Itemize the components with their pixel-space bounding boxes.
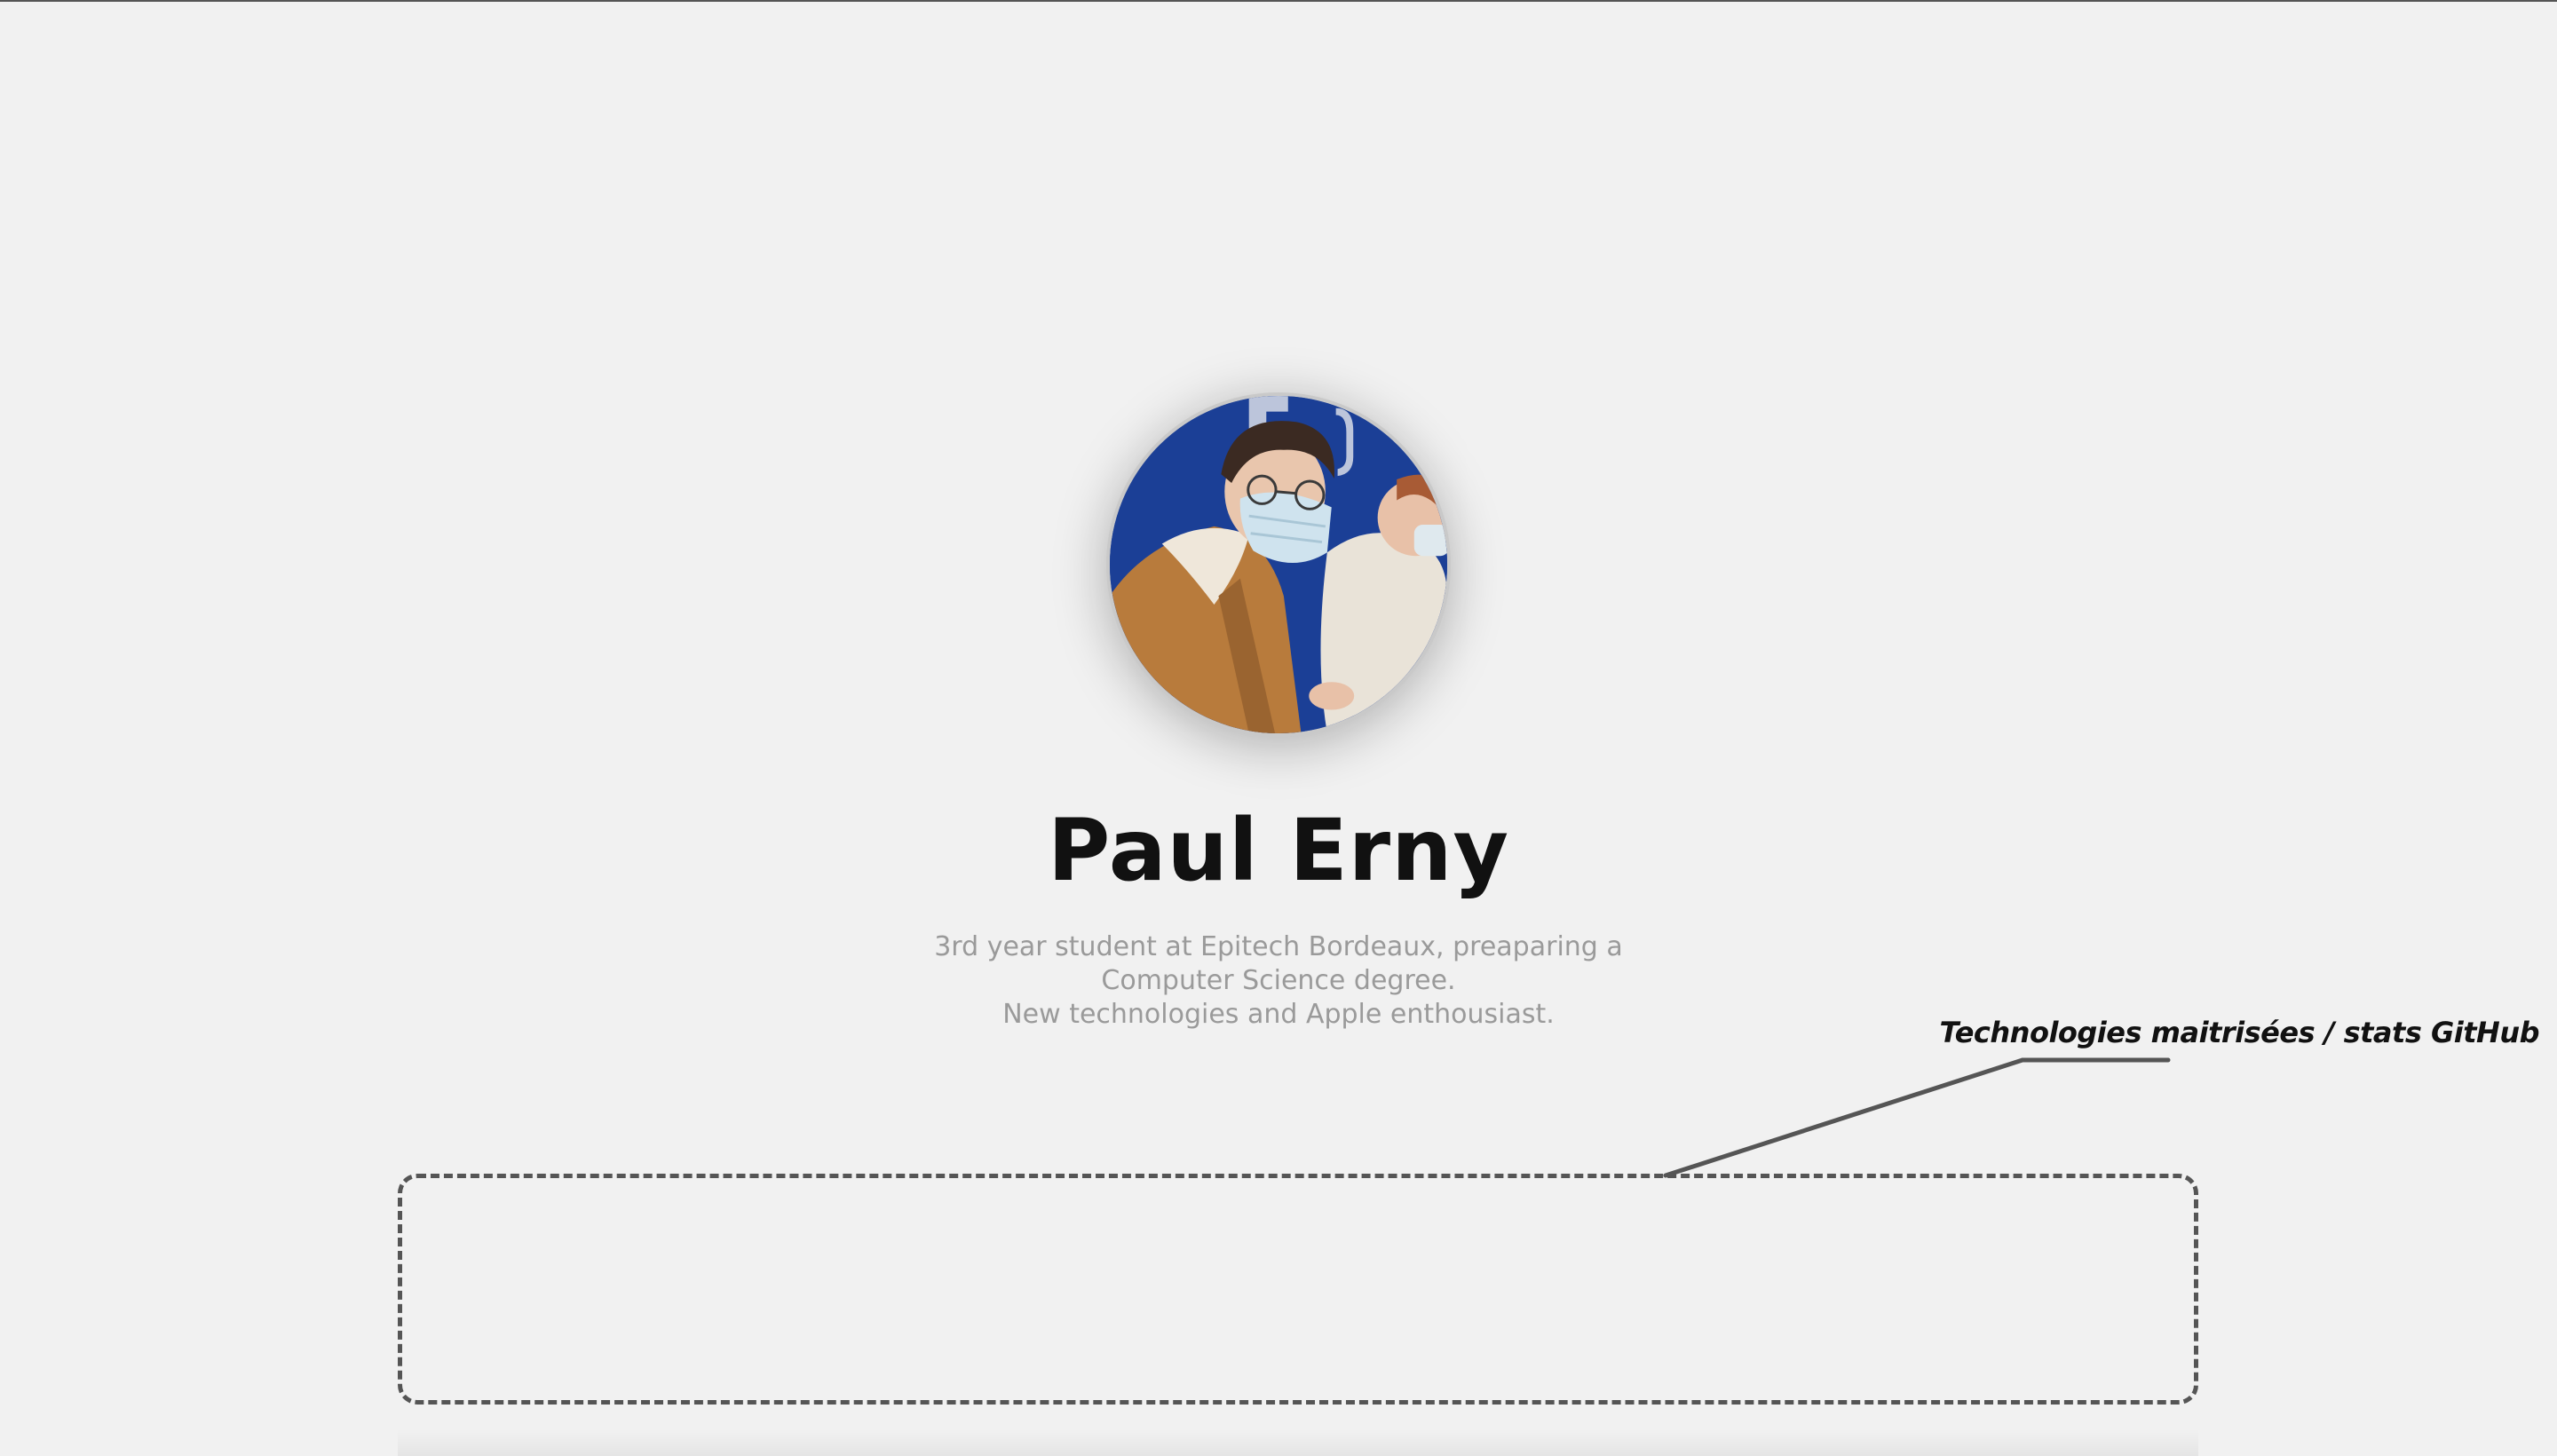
- profile-photo-illustration: [1110, 396, 1447, 733]
- annotation-leader-line: [1663, 1057, 2025, 1178]
- profile-avatar: [1106, 392, 1451, 737]
- top-divider: [0, 0, 2557, 2]
- bio-line: New technologies and Apple enthousiast.: [1002, 999, 1555, 1030]
- page: Paul Erny 3rd year student at Epitech Bo…: [0, 0, 2557, 1456]
- annotation-label: Technologies maitrisées / stats GitHub: [1939, 1016, 2540, 1049]
- bio-line: 3rd year student at Epitech Bordeaux, pr…: [934, 931, 1623, 962]
- profile-name: Paul Erny: [1047, 801, 1510, 900]
- technologies-placeholder-box: [398, 1174, 2198, 1405]
- bottom-shadow: [398, 1429, 2198, 1456]
- profile-bio: 3rd year student at Epitech Bordeaux, pr…: [852, 930, 1705, 1032]
- bio-line: Computer Science degree.: [1101, 965, 1456, 996]
